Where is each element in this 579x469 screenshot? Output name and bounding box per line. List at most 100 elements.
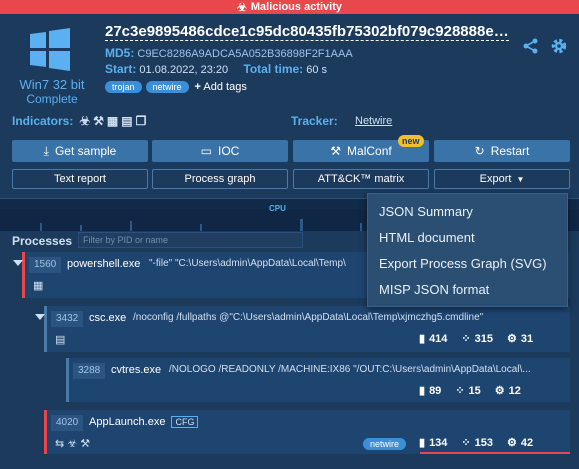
ioc-icon: ▭ — [200, 144, 212, 158]
menu-item-json-summary[interactable]: JSON Summary — [368, 198, 567, 224]
collapse-icon[interactable] — [13, 260, 23, 266]
tracker-label: Tracker: — [291, 114, 338, 128]
process-graph-label: Process graph — [184, 173, 256, 185]
get-sample-button[interactable]: ⤓ Get sample — [12, 140, 148, 162]
file-icon: ▮ — [419, 437, 426, 449]
registry-icon: ⁘ — [461, 437, 471, 449]
executable-indicator-icon: ▤ — [55, 334, 66, 346]
menu-item-html-document[interactable]: HTML document — [368, 224, 567, 250]
process-name: AppLaunch.exe CFG — [89, 416, 199, 428]
network-indicator-icon: ▦ — [33, 280, 44, 292]
tag-trojan[interactable]: trojan — [105, 81, 142, 93]
malicious-banner: ☣ Malicious activity — [0, 0, 579, 14]
start-row: Start: 01.08.2022, 23:20 Total time: 60 … — [105, 62, 327, 76]
processes-header: Processes — [12, 234, 73, 248]
export-dropdown-menu: JSON Summary HTML document Export Proces… — [367, 193, 568, 307]
file-icon: ▮ — [419, 333, 426, 345]
biohazard-indicator-icon[interactable]: ☣ — [79, 114, 90, 128]
total-time-value: 60 s — [306, 64, 328, 76]
process-pid: 4020 — [51, 415, 84, 431]
process-pid: 3432 — [51, 311, 84, 327]
file-icon: ▮ — [419, 385, 426, 397]
file-count: 134 — [429, 436, 448, 449]
tracker-link[interactable]: Netwire — [355, 115, 392, 127]
export-label: Export — [479, 173, 512, 185]
restart-button[interactable]: ↻ Restart — [434, 140, 570, 162]
plus-icon: + — [194, 81, 201, 93]
collapse-icon[interactable] — [35, 314, 45, 320]
biohazard-icon: ☣ — [237, 1, 247, 14]
menu-item-export-graph-svg[interactable]: Export Process Graph (SVG) — [368, 250, 567, 276]
module-icon: ⚙ — [507, 333, 517, 345]
start-value: 01.08.2022, 23:20 — [139, 64, 229, 76]
windows-indicator-icon[interactable]: ❐ — [136, 114, 147, 128]
caret-down-icon: ▼ — [516, 174, 525, 184]
download-icon: ⤓ — [43, 143, 49, 158]
ioc-label: IOC — [218, 144, 240, 158]
file-count: 89 — [429, 384, 442, 397]
cpu-label: CPU — [269, 204, 286, 213]
indicators-label: Indicators: — [12, 114, 74, 128]
get-sample-label: Get sample — [54, 144, 117, 158]
ioc-button[interactable]: ▭ IOC — [152, 140, 288, 162]
os-name: Win7 32 bit — [19, 77, 85, 92]
process-filter-input[interactable]: Filter by PID or name — [78, 232, 303, 248]
new-badge: new — [398, 135, 424, 147]
process-cmdline: /noconfig /fullpaths @"C:\Users\admin\Ap… — [133, 312, 484, 323]
executable-indicator-icon[interactable]: ▤ — [121, 114, 132, 128]
task-header: Win7 32 bit Complete 27c3e9895486cdce1c9… — [0, 14, 579, 114]
attck-matrix-button[interactable]: ATT&CK™ matrix — [293, 169, 429, 189]
start-label: Start: — [105, 62, 137, 76]
process-row-cvtres[interactable]: 3288 cvtres.exe /NOLOGO /READONLY /MACHI… — [66, 358, 570, 402]
tools-indicator-icon[interactable]: ⚒ — [93, 114, 104, 128]
banner-text: Malicious activity — [250, 1, 342, 13]
cfg-badge: CFG — [171, 416, 199, 428]
module-count: 42 — [520, 436, 534, 449]
module-count: 31 — [520, 332, 534, 345]
registry-count: 153 — [474, 436, 493, 449]
process-row-csc[interactable]: 3432 csc.exe /noconfig /fullpaths @"C:\U… — [35, 306, 570, 352]
export-button[interactable]: Export ▼ — [434, 169, 570, 189]
process-graph-button[interactable]: Process graph — [152, 169, 288, 189]
process-row-applaunch[interactable]: 4020 AppLaunch.exe CFG ⇆ ☣ ⚒ netwire ▮ 134… — [44, 410, 570, 454]
gear-icon[interactable] — [550, 37, 568, 55]
windows-logo-icon — [30, 28, 70, 71]
registry-count: 315 — [474, 332, 493, 345]
wrench-icon: ⚒ — [330, 144, 342, 158]
process-stats: ▮ 134 ⁘ 153 ⚙ 42 — [419, 436, 534, 450]
attck-label: ATT&CK™ matrix — [317, 173, 405, 185]
tag-netwire[interactable]: netwire — [145, 81, 189, 93]
md5-value: C9EC8286A9ADCA5A052B36898F2F1AAA — [137, 48, 353, 60]
process-name: cvtres.exe — [111, 364, 162, 376]
process-stats: ▮ 89 ⁘ 15 ⚙ 12 — [419, 384, 521, 398]
process-cmdline: /NOLOGO /READONLY /MACHINE:IX86 "/OUT:C:… — [169, 364, 531, 375]
registry-count: 15 — [468, 384, 481, 397]
process-stats: ▮ 414 ⁘ 315 ⚙ 31 — [419, 332, 534, 346]
menu-item-misp-json[interactable]: MISP JSON format — [368, 276, 567, 302]
registry-icon: ⁘ — [461, 333, 471, 345]
task-status: Complete — [26, 92, 78, 106]
process-cmdline: "-file" "C:\Users\admin\AppData\Local\Te… — [149, 258, 346, 269]
add-tags-button[interactable]: + Add tags — [195, 81, 247, 93]
md5-label: MD5: — [105, 46, 135, 60]
module-icon: ⚙ — [507, 437, 517, 449]
task-hash[interactable]: 27c3e9895486cdce1c95dc80435fb75302bf079c… — [105, 23, 509, 41]
module-icon: ⚙ — [494, 385, 505, 397]
malconf-label: MalConf — [347, 144, 392, 158]
add-tags-label: Add tags — [203, 81, 247, 93]
restart-icon: ↻ — [474, 144, 485, 158]
tags-row: trojan netwire + Add tags — [105, 81, 247, 93]
network-indicator-icon[interactable]: ▦ — [107, 114, 118, 128]
tag-netwire[interactable]: netwire — [363, 438, 407, 450]
indicator-icons: ⇆ ☣ ⚒ — [55, 438, 91, 450]
share-icon[interactable] — [522, 37, 540, 55]
file-count: 414 — [429, 332, 448, 345]
process-name: powershell.exe — [67, 258, 141, 270]
text-report-button[interactable]: Text report — [12, 169, 148, 189]
registry-icon: ⁘ — [455, 385, 465, 397]
process-name: csc.exe — [89, 312, 127, 324]
md5-row: MD5: C9EC8286A9ADCA5A052B36898F2F1AAA — [105, 46, 353, 60]
indicators-row: Indicators: ☣ ⚒ ▦ ▤ ❐ — [12, 114, 146, 128]
restart-label: Restart — [490, 144, 530, 158]
text-report-label: Text report — [54, 173, 106, 185]
